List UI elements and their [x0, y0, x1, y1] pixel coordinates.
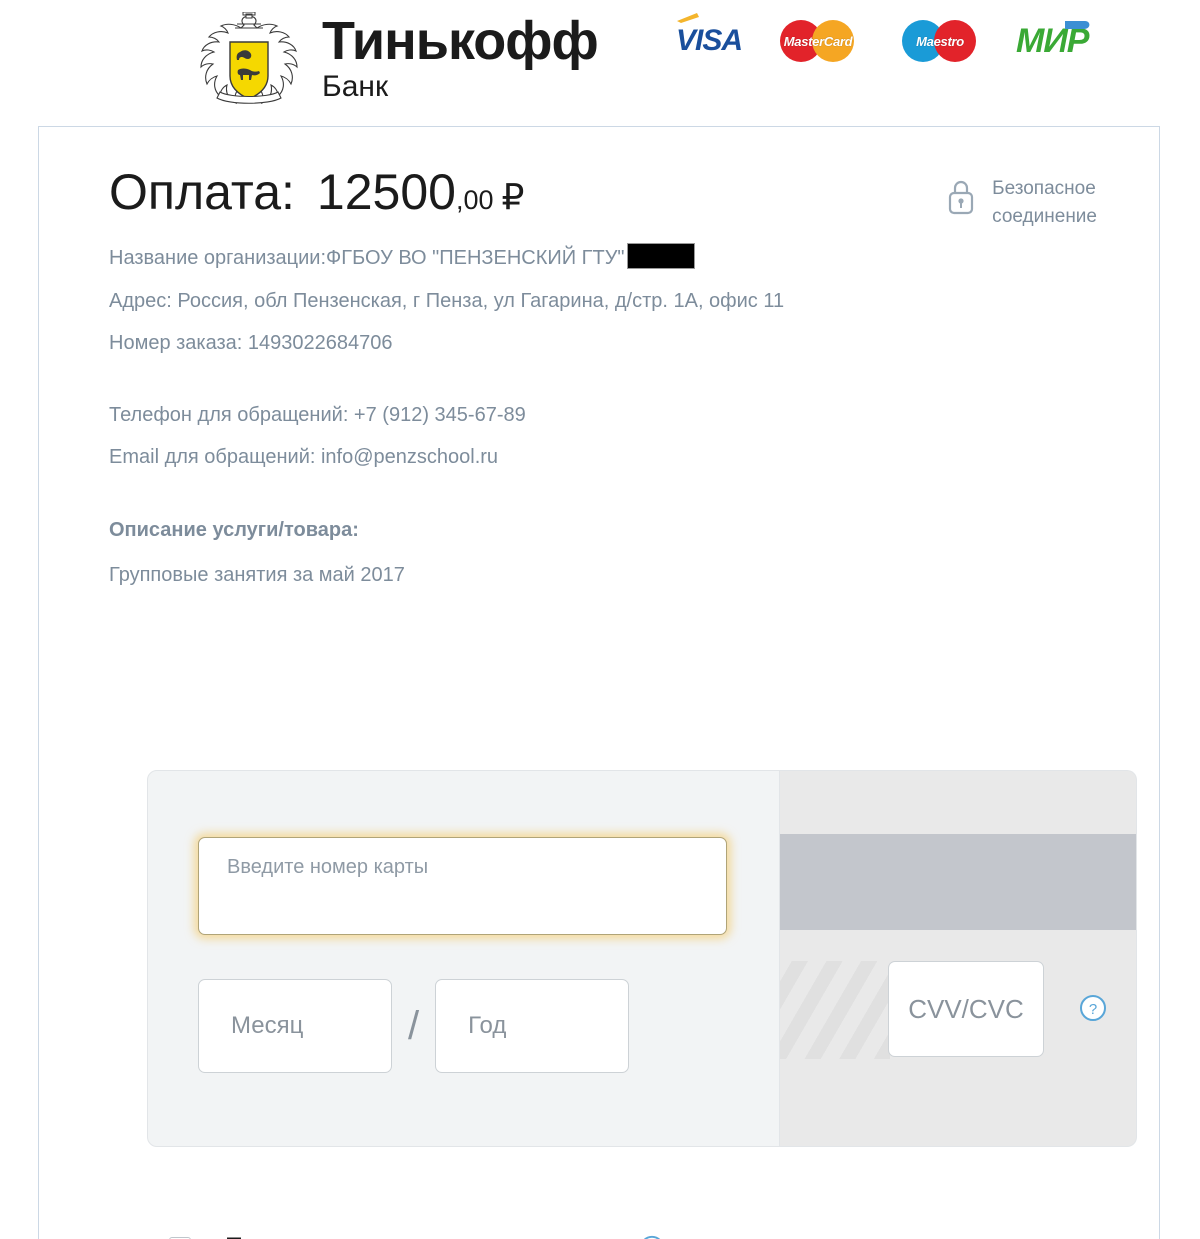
mastercard-logo-icon: MasterCard [772, 20, 864, 62]
expiry-month-input[interactable]: Месяц [198, 979, 392, 1073]
receipt-help-question-circle-icon[interactable]: ? [638, 1234, 666, 1239]
payment-card-container: Оплата: 12500 ,00 ₽ Безопасное соединени… [38, 126, 1160, 1239]
organization-info: Название организации:ФГБОУ ВО "ПЕНЗЕНСКИ… [109, 243, 1159, 587]
expiry-row: Месяц / Год [198, 979, 630, 1073]
amount-currency: ₽ [501, 176, 525, 217]
card-front-panel: Введите номер карты Месяц / Год [147, 770, 780, 1147]
tinkoff-crest-icon [200, 12, 298, 104]
amount-decimal: ,00 [455, 185, 494, 215]
secure-line-1: Безопасное [992, 178, 1096, 199]
month-placeholder: Месяц [231, 1012, 304, 1039]
lock-icon [949, 180, 974, 215]
redaction-block [626, 243, 695, 269]
maestro-wordmark: Maestro [916, 33, 964, 49]
svg-text:?: ? [1089, 1001, 1097, 1018]
card-number-placeholder: Введите номер карты [227, 856, 429, 878]
organization-label: Название организации: [109, 247, 327, 269]
mir-blue-wedge-icon [1064, 21, 1089, 29]
cvv-placeholder: CVV/CVC [908, 993, 1024, 1024]
cvv-input[interactable]: CVV/CVC [888, 961, 1044, 1057]
receipt-checkbox-row[interactable]: Получить квитанцию на эл. почту ? [169, 1233, 666, 1239]
address-line: Адрес: Россия, обл Пензенская, г Пенза, … [109, 290, 785, 312]
mastercard-wordmark: MasterCard [783, 33, 853, 49]
organization-value: ФГБОУ ВО "ПЕНЗЕНСКИЙ ГТУ" [326, 247, 625, 269]
maestro-logo-icon: Maestro [894, 20, 986, 62]
description-body: Групповые занятия за май 2017 [109, 564, 405, 586]
expiry-year-input[interactable]: Год [435, 979, 630, 1073]
card-back-panel: CVV/CVC ? [780, 770, 1137, 1147]
secure-connection-badge: Безопасное соединение [946, 175, 1097, 230]
visa-wordmark: VISA [676, 24, 743, 57]
year-placeholder: Год [468, 1012, 507, 1039]
payment-page: Тинькофф Банк VISA MasterCard Maestro МИ… [0, 0, 1200, 1239]
payment-systems: VISA MasterCard Maestro МИР [676, 13, 1090, 64]
phone-line: Телефон для обращений: +7 (912) 345-67-8… [109, 404, 526, 426]
email-line: Email для обращений: info@penzschool.ru [109, 446, 499, 468]
visa-swoosh-icon [677, 13, 699, 23]
order-number-line: Номер заказа: 1493022684706 [109, 332, 393, 354]
organization-line: Название организации:ФГБОУ ВО "ПЕНЗЕНСКИ… [109, 243, 1159, 269]
bank-name: Тинькофф [322, 11, 599, 71]
card-form: Введите номер карты Месяц / Год CVV/CVC [147, 770, 1137, 1147]
amount-label: Оплата: [109, 164, 295, 220]
cvv-help-question-circle-icon[interactable]: ? [1078, 993, 1108, 1023]
card-number-input[interactable]: Введите номер карты [198, 837, 727, 935]
page-header: Тинькофф Банк VISA MasterCard Maestro МИ… [0, 0, 1200, 110]
desc-spacer [109, 489, 1159, 519]
mir-logo-icon: МИР [1016, 18, 1090, 64]
tinkoff-logo: Тинькофф Банк [190, 11, 599, 104]
secure-line-2: соединение [992, 205, 1097, 227]
bank-name-sub: Банк [322, 70, 389, 103]
visa-logo-icon: VISA [676, 13, 743, 64]
magnetic-stripe [780, 834, 1136, 930]
amount-integer: 12500 [316, 164, 456, 220]
description-heading: Описание услуги/товара: [109, 519, 359, 541]
expiry-separator: / [408, 1003, 420, 1048]
receipt-checkbox-label: Получить квитанцию на эл. почту [225, 1233, 612, 1239]
signature-panel [780, 961, 890, 1059]
